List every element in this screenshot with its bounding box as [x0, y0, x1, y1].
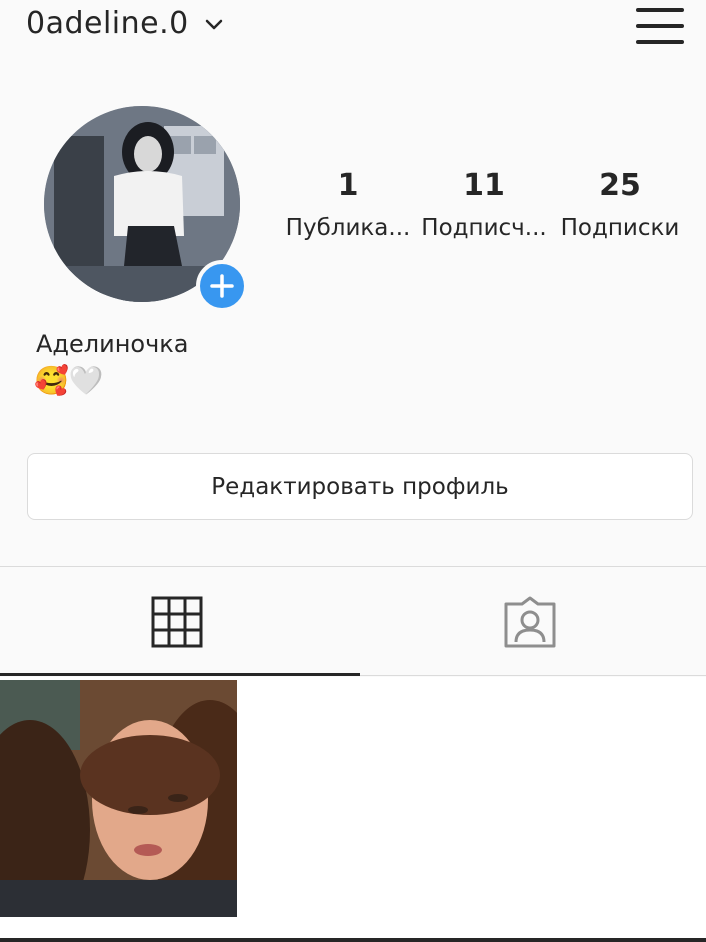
stat-following[interactable]: 25 Подписки	[552, 166, 688, 250]
profile-bio: 🥰🤍	[34, 364, 104, 397]
profile-tabs	[0, 566, 706, 676]
profile-avatar-container[interactable]	[44, 106, 248, 312]
bottom-divider	[0, 938, 706, 942]
top-bar: 0adeline.0	[0, 0, 706, 56]
stat-posts[interactable]: 1 Публика...	[280, 166, 416, 250]
stat-value: 1	[337, 168, 359, 203]
stat-value: 11	[463, 168, 505, 203]
stat-label: Публика...	[285, 215, 411, 241]
profile-full-name: Аделиночка	[36, 330, 189, 358]
stat-label: Подписки	[560, 215, 680, 241]
account-switcher[interactable]: 0adeline.0	[26, 6, 225, 41]
tab-tagged[interactable]	[353, 567, 706, 677]
plus-icon	[210, 274, 234, 298]
stat-followers[interactable]: 11 Подписч...	[416, 166, 552, 250]
post-thumbnail[interactable]	[0, 680, 237, 917]
post-photo	[0, 680, 237, 917]
stat-label: Подписч...	[421, 215, 547, 241]
menu-button[interactable]	[636, 6, 684, 46]
username-label: 0adeline.0	[26, 6, 189, 41]
grid-icon	[151, 596, 202, 648]
profile-stats: 1 Публика... 11 Подписч... 25 Подписки	[280, 166, 690, 250]
tab-grid[interactable]	[0, 567, 353, 677]
stat-value: 25	[599, 168, 641, 203]
tagged-person-icon	[504, 596, 555, 648]
chevron-down-icon	[205, 19, 222, 29]
hamburger-icon	[636, 8, 684, 12]
add-story-button[interactable]	[196, 260, 248, 312]
edit-profile-button[interactable]: Редактировать профиль	[27, 453, 693, 520]
posts-grid	[0, 677, 706, 942]
active-tab-indicator	[0, 673, 360, 676]
